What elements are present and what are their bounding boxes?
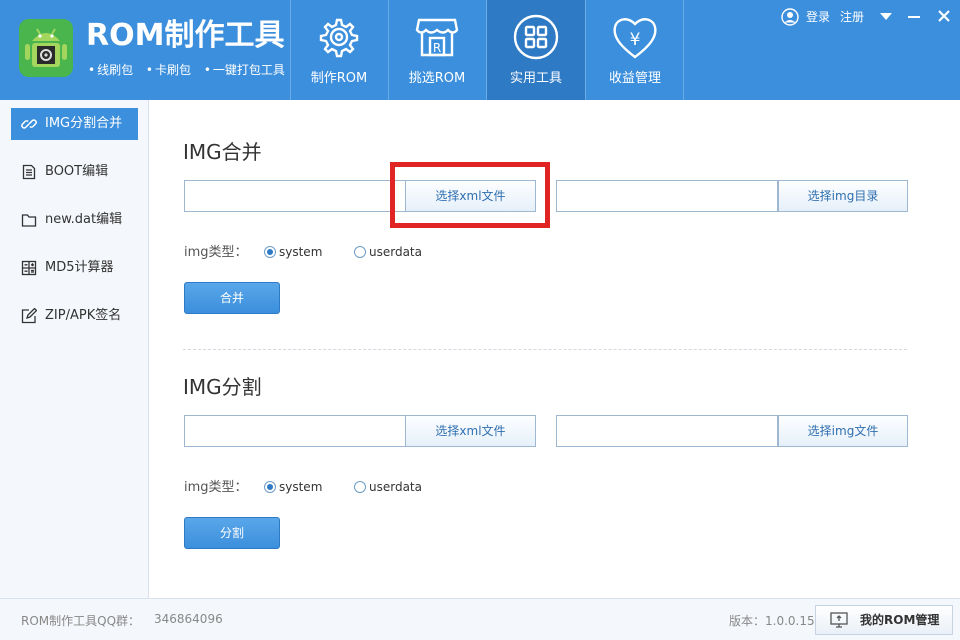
- split-section-title: IMG分割: [183, 375, 262, 399]
- sidebar-item-label: IMG分割合并: [45, 116, 123, 131]
- sidebar-item-label: new.dat编辑: [45, 212, 123, 227]
- sidebar-item-new-dat-edit[interactable]: new.dat编辑: [11, 204, 138, 236]
- highlight-box: [390, 162, 550, 228]
- sidebar-item-md5-calculator[interactable]: MD5计算器: [11, 252, 138, 284]
- app-logo: [19, 19, 73, 77]
- tab-label: 收益管理: [608, 71, 661, 86]
- tab-tools[interactable]: 实用工具: [487, 0, 585, 100]
- radio-label: system: [279, 480, 323, 494]
- radio-dot: [354, 481, 366, 493]
- sidebar-item-boot-edit[interactable]: BOOT编辑: [11, 156, 138, 188]
- sidebar: IMG分割合并 BOOT编辑 new.dat编辑 MD5计算器 ZIP/APK签…: [0, 100, 149, 598]
- login-link[interactable]: 登录: [806, 7, 830, 27]
- subtitle-item: 卡刷包: [146, 63, 191, 77]
- sidebar-item-label: ZIP/APK签名: [45, 308, 122, 323]
- sidebar-item-img-split-merge[interactable]: IMG分割合并: [11, 108, 138, 140]
- sidebar-item-label: BOOT编辑: [45, 164, 109, 179]
- user-icon: [781, 8, 799, 26]
- status-bar: ROM制作工具QQ群： 346864096 版本：1.0.0.15 我的ROM管…: [0, 598, 960, 640]
- button-label: 我的ROM管理: [860, 613, 940, 627]
- radio-dot: [264, 246, 276, 258]
- tab-label: 制作ROM: [310, 71, 368, 86]
- grid-icon: [513, 14, 559, 60]
- qq-group-label: ROM制作工具QQ群：: [21, 614, 141, 628]
- merge-section-title: IMG合并: [183, 140, 262, 164]
- merge-img-type-label: img类型：: [184, 245, 248, 260]
- tab-label: 挑选ROM: [408, 71, 466, 86]
- nav-divider: [683, 0, 684, 100]
- split-select-xml-button[interactable]: 选择xml文件: [405, 415, 536, 447]
- tab-earnings[interactable]: ¥ 收益管理: [586, 0, 684, 100]
- document-icon: [22, 164, 36, 180]
- svg-text:¥: ¥: [630, 30, 641, 50]
- monitor-upload-icon: [830, 612, 848, 628]
- merge-xml-path-input[interactable]: [184, 180, 406, 212]
- close-icon[interactable]: [934, 6, 954, 26]
- merge-select-img-dir-button[interactable]: 选择img目录: [778, 180, 908, 212]
- subtitle-item: 线刷包: [88, 63, 133, 77]
- heart-yen-icon: ¥: [613, 18, 657, 59]
- register-link[interactable]: 注册: [840, 7, 864, 27]
- radio-dot: [354, 246, 366, 258]
- gear-icon: [319, 18, 359, 58]
- sidebar-item-label: MD5计算器: [45, 260, 114, 275]
- calculator-icon: [21, 260, 37, 276]
- radio-label: system: [279, 245, 323, 259]
- edit-icon: [21, 308, 37, 324]
- version-text: 版本：1.0.0.15: [729, 614, 815, 628]
- section-divider: [183, 349, 907, 350]
- radio-label: userdata: [369, 480, 422, 494]
- link-icon: [21, 119, 37, 129]
- split-img-file-input[interactable]: [556, 415, 778, 447]
- sidebar-item-zip-apk-sign[interactable]: ZIP/APK签名: [11, 300, 138, 332]
- app-subtitle: 线刷包 卡刷包 一键打包工具: [88, 61, 294, 78]
- tab-label: 实用工具: [509, 71, 562, 86]
- qq-group-number: 346864096: [154, 612, 223, 626]
- minimize-icon[interactable]: [904, 6, 924, 26]
- app-header: ROM制作工具 线刷包 卡刷包 一键打包工具 制作ROM R 挑选ROM: [0, 0, 960, 100]
- tab-make-rom[interactable]: 制作ROM: [290, 0, 388, 100]
- split-img-type-label: img类型：: [184, 480, 248, 495]
- split-select-img-file-button[interactable]: 选择img文件: [778, 415, 908, 447]
- subtitle-item: 一键打包工具: [204, 63, 285, 77]
- folder-icon: [21, 214, 37, 227]
- store-icon: R: [415, 18, 459, 57]
- radio-dot: [264, 481, 276, 493]
- merge-img-dir-input[interactable]: [556, 180, 778, 212]
- split-xml-path-input[interactable]: [184, 415, 406, 447]
- android-logo-icon: [19, 19, 73, 77]
- radio-label: userdata: [369, 245, 422, 259]
- split-button[interactable]: 分割: [184, 517, 280, 549]
- my-rom-manage-button[interactable]: 我的ROM管理: [815, 605, 953, 635]
- menu-dropdown-icon[interactable]: [876, 6, 896, 26]
- svg-text:R: R: [433, 41, 441, 55]
- tab-pick-rom[interactable]: R 挑选ROM: [388, 0, 486, 100]
- app-title: ROM制作工具: [86, 18, 285, 53]
- merge-button[interactable]: 合并: [184, 282, 280, 314]
